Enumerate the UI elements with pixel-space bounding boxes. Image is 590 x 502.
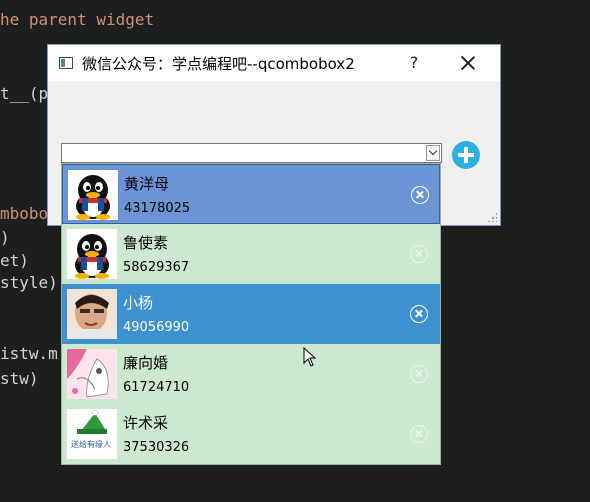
add-button[interactable] [452, 141, 480, 169]
size-grip-icon[interactable] [487, 212, 497, 222]
combo-dropdown-list: 黄洋母 43178025 鲁使素 58629367 小杨 49056990 廉向… [61, 163, 441, 465]
combo-box[interactable] [61, 143, 442, 163]
hat-avatar: 送给有缘人 [67, 409, 117, 459]
contact-name: 许术采 [123, 414, 169, 432]
window-title: 微信公众号：学点编程吧--qcombobox2 [82, 55, 355, 73]
contact-number: 49056990 [123, 320, 190, 335]
window-icon [59, 57, 73, 69]
delete-icon[interactable] [410, 305, 428, 323]
contact-number: 43178025 [124, 201, 191, 216]
contact-number: 61724710 [123, 380, 190, 395]
list-item[interactable]: 送给有缘人 许术采 37530326 [62, 404, 440, 464]
code-line: stw) [0, 369, 39, 388]
delete-icon[interactable] [410, 425, 428, 443]
list-item-selected[interactable]: 小杨 49056990 [62, 284, 440, 344]
chevron-down-icon[interactable] [426, 145, 440, 161]
contact-name: 廉向婚 [123, 354, 169, 372]
code-line: style) [0, 273, 58, 292]
contact-number: 37530326 [123, 440, 190, 455]
anime-avatar [67, 349, 117, 399]
contact-name: 小杨 [123, 294, 154, 312]
photo-avatar [67, 289, 117, 339]
contact-number: 58629367 [123, 260, 190, 275]
penguin-avatar [67, 229, 117, 279]
list-item[interactable]: 鲁使素 58629367 [62, 224, 440, 284]
contact-name: 鲁使素 [123, 234, 169, 252]
delete-icon[interactable] [411, 186, 429, 204]
code-line: ) [0, 228, 10, 247]
code-line: t__(p [0, 84, 49, 103]
delete-icon[interactable] [410, 245, 428, 263]
code-line: he parent widget [0, 10, 155, 29]
contact-name: 黄洋母 [124, 175, 170, 193]
code-line: istw.m [0, 344, 58, 363]
code-line: et) [0, 251, 29, 270]
title-bar: 微信公众号：学点编程吧--qcombobox2 ? [48, 45, 500, 81]
svg-text:送给有缘人: 送给有缘人 [71, 439, 111, 449]
mouse-cursor-icon [303, 347, 317, 367]
delete-icon[interactable] [410, 365, 428, 383]
help-button[interactable]: ? [404, 51, 424, 75]
list-item[interactable]: 廉向婚 61724710 [62, 344, 440, 404]
list-item[interactable]: 黄洋母 43178025 [62, 164, 440, 224]
penguin-avatar [68, 170, 118, 220]
close-button[interactable] [458, 53, 478, 73]
